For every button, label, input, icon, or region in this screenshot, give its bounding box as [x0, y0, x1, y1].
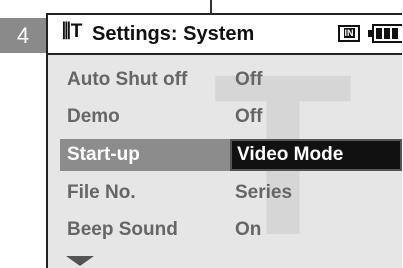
settings-tool-icon: ⫼T	[62, 21, 83, 42]
lcd-screen: T ⫼T Settings: System IN Auto Shut off O…	[46, 13, 402, 268]
menu-item-value: Off	[235, 106, 263, 127]
memory-card-icon: IN	[338, 25, 360, 42]
menu-item-label: Beep Sound	[67, 219, 178, 240]
menu-item-auto-shut-off[interactable]: Auto Shut off Off	[60, 64, 402, 96]
battery-icon	[368, 24, 402, 43]
step-number-tab: 4	[0, 18, 46, 53]
menu-item-start-up[interactable]: Start-up Video Mode	[60, 139, 402, 171]
memory-card-label: IN	[343, 28, 355, 38]
menu-item-label: Start-up	[67, 144, 140, 165]
menu-header: ⫼T Settings: System IN	[48, 15, 402, 55]
menu-item-label: Auto Shut off	[67, 69, 188, 90]
page-title: Settings: System	[92, 23, 255, 45]
menu-item-value: On	[235, 219, 262, 240]
menu-item-label: File No.	[67, 182, 136, 203]
menu-item-demo[interactable]: Demo Off	[60, 101, 402, 133]
step-number: 4	[16, 23, 30, 48]
menu-item-file-no[interactable]: File No. Series	[60, 177, 402, 209]
chevron-down-icon[interactable]	[66, 256, 94, 266]
menu-item-beep-sound[interactable]: Beep Sound On	[60, 214, 402, 246]
menu-item-label: Demo	[67, 106, 120, 127]
menu-item-value: Video Mode	[237, 144, 344, 165]
menu-item-value: Off	[235, 69, 263, 90]
menu-item-value: Series	[235, 182, 293, 203]
